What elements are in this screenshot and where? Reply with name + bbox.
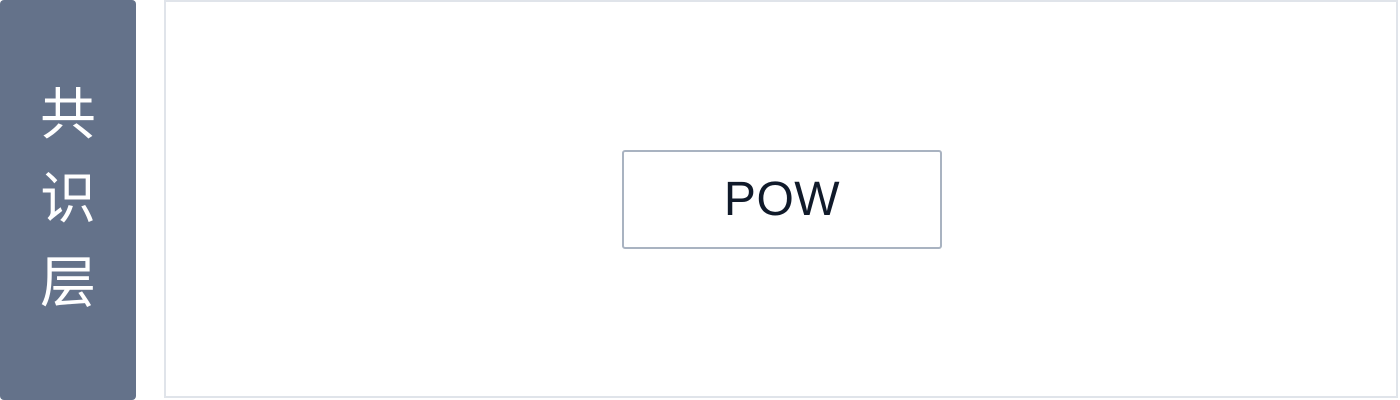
consensus-layer-diagram: 共 识 层 POW bbox=[0, 0, 1400, 400]
layer-label-char-1: 共 bbox=[40, 83, 96, 148]
pow-node-box: POW bbox=[622, 150, 942, 249]
layer-label-char-3: 层 bbox=[40, 251, 96, 316]
layer-label-char-2: 识 bbox=[40, 167, 96, 232]
layer-side-label: 共 识 层 bbox=[0, 0, 136, 400]
pow-node-label: POW bbox=[723, 173, 841, 226]
